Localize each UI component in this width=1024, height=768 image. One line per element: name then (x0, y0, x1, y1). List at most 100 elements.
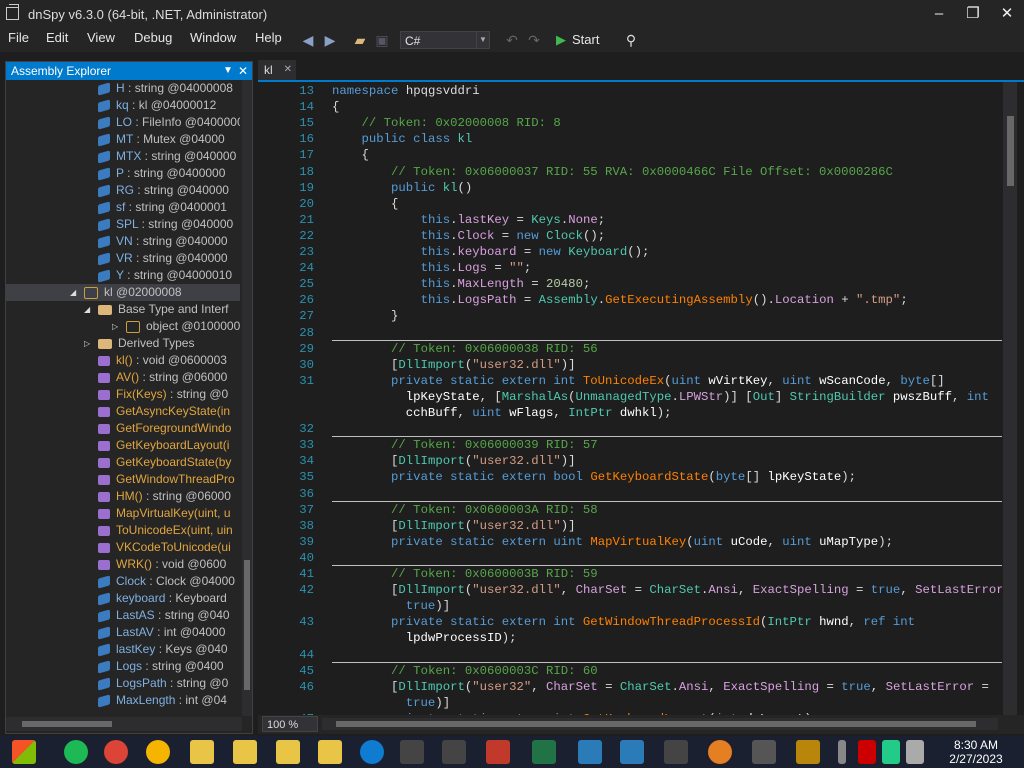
code-line[interactable]: this.keyboard = new Keyboard(); (332, 245, 650, 259)
expander-icon[interactable]: ▷ (112, 318, 118, 335)
assembly-tree[interactable]: H : string @04000008 kq : kl @04000012 LO … (6, 80, 240, 716)
tree-item[interactable]: kq : kl @04000012 (6, 97, 240, 114)
scroll-thumb[interactable] (336, 721, 976, 727)
search-app-icon[interactable] (708, 740, 732, 764)
tree-item[interactable]: WRK() : void @0600 (6, 556, 240, 573)
chrome-icon[interactable] (146, 740, 170, 764)
tree-item[interactable]: ToUnicodeEx(uint, uin (6, 522, 240, 539)
menu-help[interactable]: Help (255, 30, 282, 45)
restore-button[interactable]: ❐ (958, 4, 988, 24)
app-icon[interactable] (486, 740, 510, 764)
code-horizontal-scrollbar[interactable] (322, 718, 998, 730)
menu-window[interactable]: Window (190, 30, 236, 45)
tree-item[interactable]: AV() : string @06000 (6, 369, 240, 386)
system-clock[interactable]: 8:30 AM 2/27/2023 (936, 738, 1016, 766)
tree-item[interactable]: Fix(Keys) : string @0 (6, 386, 240, 403)
tree-item[interactable]: MTX : string @040000 (6, 148, 240, 165)
menu-debug[interactable]: Debug (134, 30, 172, 45)
tree-item[interactable]: HM() : string @06000 (6, 488, 240, 505)
code-editor[interactable]: 13 namespace hpqgsvddri 14 {15 // Token: 0x… (258, 82, 1002, 715)
code-line[interactable]: // Token: 0x06000037 RID: 55 RVA: 0x0000… (332, 165, 893, 179)
tree-item[interactable]: GetForegroundWindo (6, 420, 240, 437)
save-icon[interactable]: ▣ (372, 30, 392, 50)
task-view-icon[interactable] (752, 740, 776, 764)
spotify-icon[interactable] (64, 740, 88, 764)
code-line[interactable]: { (332, 148, 369, 162)
folder-icon[interactable] (276, 740, 300, 764)
code-line[interactable]: [DllImport("user32.dll")] (332, 454, 576, 468)
tree-folder[interactable]: Base Type and Interf ◢ (6, 301, 240, 318)
code-line[interactable]: true)] (332, 599, 450, 613)
tree-item[interactable]: LastAS : string @040 (6, 607, 240, 624)
code-line[interactable]: this.MaxLength = 20480; (332, 277, 591, 291)
tree-item[interactable]: kl() : void @0600003 (6, 352, 240, 369)
code-line[interactable]: this.Clock = new Clock(); (332, 229, 606, 243)
tree-item[interactable]: GetKeyboardState(by (6, 454, 240, 471)
code-line[interactable]: true)] (332, 696, 450, 710)
redo-icon[interactable]: ↷ (524, 30, 544, 50)
code-line[interactable]: // Token: 0x0600003B RID: 59 (332, 567, 598, 581)
expander-icon[interactable]: ▷ (84, 335, 90, 352)
tree-item[interactable]: Logs : string @0400 (6, 658, 240, 675)
edge-icon[interactable] (360, 740, 384, 764)
code-line[interactable]: // Token: 0x0600003C RID: 60 (332, 664, 598, 678)
tree-item[interactable]: H : string @04000008 (6, 80, 240, 97)
tree-item[interactable]: MT : Mutex @04000 (6, 131, 240, 148)
tree-item[interactable]: Y : string @04000010 (6, 267, 240, 284)
code-line[interactable]: private static extern int ToUnicodeEx(ui… (332, 374, 945, 388)
tree-folder[interactable]: Derived Types ▷ (6, 335, 240, 352)
folder-icon[interactable] (190, 740, 214, 764)
tree-item[interactable]: GetAsyncKeyState(in (6, 403, 240, 420)
excel-icon[interactable] (532, 740, 556, 764)
code-line[interactable]: private static extern bool GetKeyboardSt… (332, 470, 856, 484)
code-line[interactable]: lpKeyState, [MarshalAs(UnmanagedType.LPW… (332, 390, 989, 404)
tree-item[interactable]: kl @02000008 ◢ (6, 284, 240, 301)
volume-icon[interactable] (906, 740, 924, 764)
code-line[interactable]: private static extern int GetWindowThrea… (332, 615, 915, 629)
code-line[interactable]: lpdwProcessID); (332, 631, 517, 645)
open-folder-icon[interactable]: ▰ (350, 30, 370, 50)
expander-icon[interactable]: ◢ (70, 284, 76, 301)
dropdown-icon[interactable]: ▼ (223, 62, 233, 80)
code-line[interactable]: this.lastKey = Keys.None; (332, 213, 606, 227)
minimize-button[interactable]: – (924, 4, 954, 24)
tree-vertical-scrollbar[interactable] (242, 80, 252, 716)
tree-horizontal-scrollbar[interactable] (6, 717, 242, 731)
code-line[interactable]: namespace hpqgsvddri (332, 84, 480, 98)
app-icon[interactable] (578, 740, 602, 764)
tree-item[interactable]: RG : string @040000 (6, 182, 240, 199)
scroll-thumb[interactable] (1007, 116, 1014, 186)
code-line[interactable]: // Token: 0x06000038 RID: 56 (332, 342, 598, 356)
search-icon[interactable]: ⚲ (621, 30, 641, 50)
menu-view[interactable]: View (87, 30, 115, 45)
archive-icon[interactable] (442, 740, 466, 764)
archive-icon[interactable] (400, 740, 424, 764)
tab-kl[interactable]: kl ✕ (258, 60, 296, 80)
tree-item[interactable]: LastAV : int @04000 (6, 624, 240, 641)
chrome-icon[interactable] (104, 740, 128, 764)
language-select[interactable]: C# ▼ (400, 31, 490, 49)
code-line[interactable]: { (332, 197, 398, 211)
flag-icon[interactable] (858, 740, 876, 764)
overflow-icon[interactable] (838, 740, 846, 764)
code-vertical-scrollbar[interactable] (1003, 82, 1017, 715)
code-line[interactable]: [DllImport("user32.dll")] (332, 519, 576, 533)
tree-item[interactable]: VKCodeToUnicode(ui (6, 539, 240, 556)
tree-item[interactable]: GetWindowThreadPro (6, 471, 240, 488)
forward-icon[interactable]: ▶ (320, 30, 340, 50)
code-line[interactable]: this.Logs = ""; (332, 261, 532, 275)
tree-item[interactable]: P : string @0400000 (6, 165, 240, 182)
folder-icon[interactable] (233, 740, 257, 764)
code-line[interactable]: private static extern uint MapVirtualKey… (332, 535, 893, 549)
expander-icon[interactable]: ◢ (84, 301, 90, 318)
undo-icon[interactable]: ↶ (502, 30, 522, 50)
network-icon[interactable] (882, 740, 900, 764)
code-line[interactable]: // Token: 0x0600003A RID: 58 (332, 503, 598, 517)
code-line[interactable]: // Token: 0x06000039 RID: 57 (332, 438, 598, 452)
back-icon[interactable]: ◀ (298, 30, 318, 50)
tree-item[interactable]: MapVirtualKey(uint, u (6, 505, 240, 522)
close-icon[interactable]: ✕ (238, 62, 248, 80)
code-line[interactable]: // Token: 0x02000008 RID: 8 (332, 116, 561, 130)
tree-item[interactable]: Clock : Clock @04000 (6, 573, 240, 590)
tree-item[interactable]: LogsPath : string @0 (6, 675, 240, 692)
